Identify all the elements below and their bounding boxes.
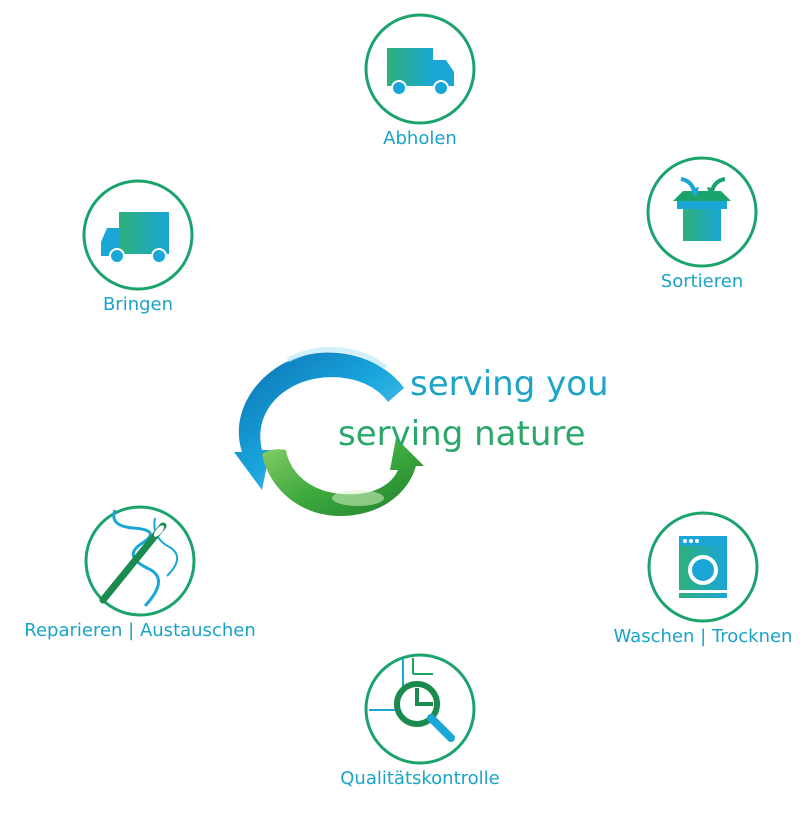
step-bringen: Bringen — [78, 178, 198, 316]
step-waschen: Waschen | Trocknen — [600, 510, 806, 648]
step-label: Sortieren — [660, 271, 744, 292]
step-qualitaet: Qualitätskontrolle — [330, 652, 510, 790]
step-sortieren: Sortieren — [642, 155, 762, 293]
step-label: Bringen — [102, 294, 174, 315]
needle-thread-icon — [84, 505, 196, 617]
slogan-line-1: serving you — [410, 364, 609, 404]
sorting-box-icon — [646, 156, 758, 268]
magnifier-chart-icon — [364, 653, 476, 765]
washing-machine-icon — [647, 511, 759, 623]
slogan-line-2: serving nature — [338, 414, 586, 454]
step-label: Waschen | Trocknen — [613, 626, 793, 647]
step-label: Reparieren | Austauschen — [24, 620, 256, 641]
truck-icon — [82, 179, 194, 291]
step-label: Abholen — [383, 128, 457, 149]
step-label: Qualitätskontrolle — [340, 768, 500, 789]
truck-icon — [364, 13, 476, 125]
step-abholen: Abholen — [355, 12, 485, 150]
